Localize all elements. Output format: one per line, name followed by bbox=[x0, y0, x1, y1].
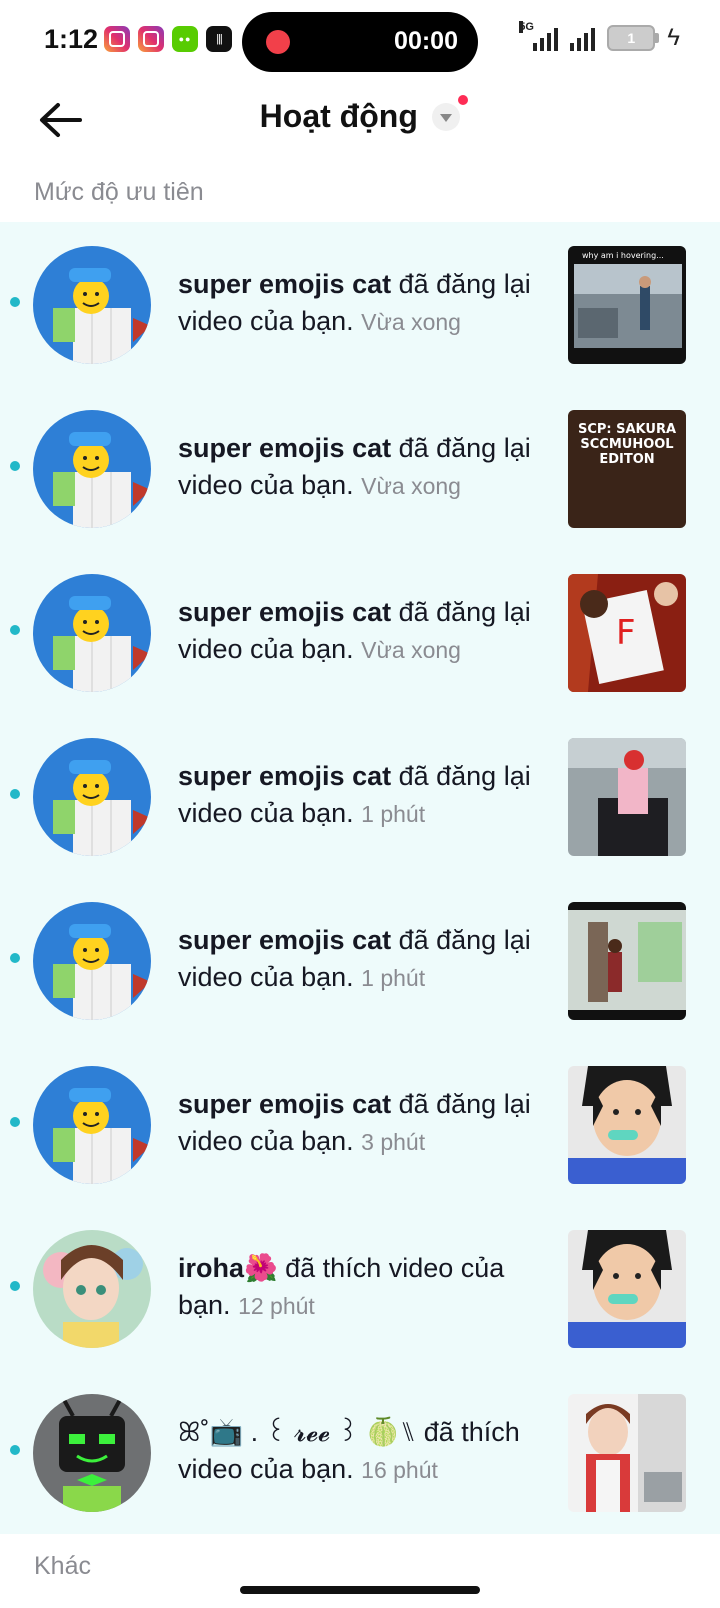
username[interactable]: super emojis cat bbox=[178, 597, 391, 627]
notification-text: super emojis cat đã đăng lại video của b… bbox=[178, 1086, 538, 1161]
unread-indicator bbox=[10, 1445, 20, 1455]
username[interactable]: super emojis cat bbox=[178, 761, 391, 791]
instagram-icon bbox=[138, 26, 164, 52]
timestamp: 1 phút bbox=[361, 801, 426, 827]
screen-recording-pill[interactable]: 00:00 bbox=[242, 12, 478, 72]
notification-text: super emojis cat đã đăng lại video của b… bbox=[178, 594, 538, 669]
video-thumbnail[interactable] bbox=[568, 1394, 686, 1512]
avatar[interactable] bbox=[33, 574, 151, 692]
timestamp: 12 phút bbox=[238, 1293, 315, 1319]
network-label: 5G bbox=[519, 21, 534, 33]
title-wrap: Hoạt động bbox=[0, 94, 720, 135]
unread-indicator bbox=[10, 953, 20, 963]
chevron-down-icon[interactable] bbox=[432, 94, 469, 131]
notification-text: super emojis cat đã đăng lại video của b… bbox=[178, 430, 538, 505]
charging-icon: ϟ bbox=[667, 24, 680, 51]
username[interactable]: super emojis cat bbox=[178, 433, 391, 463]
signal-5g-icon: 5G bbox=[519, 21, 559, 51]
timestamp: Vừa xong bbox=[361, 637, 461, 663]
unread-indicator bbox=[10, 789, 20, 799]
username[interactable]: super emojis cat bbox=[178, 1089, 391, 1119]
unread-indicator bbox=[10, 461, 20, 471]
list-item[interactable]: super emojis cat đã đăng lại video của b… bbox=[0, 222, 720, 386]
thumbnail-caption: why am i hovering... bbox=[582, 251, 664, 260]
list-item[interactable]: ꕤ˚📺 . ꒰ 𝓻𝓮𝓮 ꒱ 🍈⑊ đã thích video của bạn.… bbox=[0, 1370, 720, 1534]
notification-text: ꕤ˚📺 . ꒰ 𝓻𝓮𝓮 ꒱ 🍈⑊ đã thích video của bạn.… bbox=[178, 1414, 538, 1489]
timestamp: 16 phút bbox=[361, 1457, 438, 1483]
avatar[interactable] bbox=[33, 246, 151, 364]
system-icons: 5G 1 ϟ bbox=[519, 21, 680, 52]
status-bar: 1:12 00:00 5G 1 ϟ bbox=[0, 0, 720, 84]
list-item[interactable]: super emojis cat đã đăng lại video của b… bbox=[0, 386, 720, 550]
notification-list: super emojis cat đã đăng lại video của b… bbox=[0, 222, 720, 1534]
video-thumbnail[interactable]: SCP: SAKURA SCCMUHOOL EDITON bbox=[568, 410, 686, 528]
video-thumbnail[interactable] bbox=[568, 1230, 686, 1348]
avatar[interactable] bbox=[33, 1066, 151, 1184]
unread-indicator bbox=[10, 297, 20, 307]
video-thumbnail[interactable] bbox=[568, 1066, 686, 1184]
timestamp: 1 phút bbox=[361, 965, 426, 991]
section-label-other: Khác bbox=[34, 1552, 91, 1580]
unread-indicator bbox=[10, 1117, 20, 1127]
instagram-icon bbox=[104, 26, 130, 52]
notification-text: super emojis cat đã đăng lại video của b… bbox=[178, 922, 538, 997]
video-thumbnail[interactable] bbox=[568, 902, 686, 1020]
username[interactable]: super emojis cat bbox=[178, 925, 391, 955]
thumbnail-caption: SCP: SAKURA SCCMUHOOL EDITON bbox=[577, 422, 677, 467]
notification-badge bbox=[458, 94, 469, 105]
video-thumbnail[interactable]: F bbox=[568, 574, 686, 692]
notification-app-icons bbox=[104, 26, 232, 52]
list-item[interactable]: super emojis cat đã đăng lại video của b… bbox=[0, 878, 720, 1042]
voice-recorder-icon bbox=[206, 26, 232, 52]
section-label-priority: Mức độ ưu tiên bbox=[34, 178, 204, 206]
svg-text:F: F bbox=[616, 613, 636, 653]
battery-level: 1 bbox=[627, 30, 636, 46]
notification-text: super emojis cat đã đăng lại video của b… bbox=[178, 758, 538, 833]
signal-icon bbox=[570, 25, 596, 51]
timestamp: Vừa xong bbox=[361, 473, 461, 499]
header: Hoạt động bbox=[0, 84, 720, 162]
avatar[interactable] bbox=[33, 738, 151, 856]
avatar[interactable] bbox=[33, 902, 151, 1020]
timestamp: Vừa xong bbox=[361, 309, 461, 335]
timestamp: 3 phút bbox=[361, 1129, 426, 1155]
avatar[interactable] bbox=[33, 410, 151, 528]
list-item[interactable]: super emojis cat đã đăng lại video của b… bbox=[0, 1042, 720, 1206]
list-item[interactable]: super emojis cat đã đăng lại video của b… bbox=[0, 550, 720, 714]
clock: 1:12 bbox=[44, 24, 99, 54]
avatar[interactable] bbox=[33, 1394, 151, 1512]
duolingo-icon bbox=[172, 26, 198, 52]
recording-timer: 00:00 bbox=[394, 27, 458, 55]
notification-text: iroha🌺 đã thích video của bạn. 12 phút bbox=[178, 1250, 538, 1325]
avatar[interactable] bbox=[33, 1230, 151, 1348]
username[interactable]: iroha🌺 bbox=[178, 1253, 278, 1283]
video-thumbnail[interactable]: why am i hovering... bbox=[568, 246, 686, 364]
battery-icon: 1 bbox=[607, 25, 660, 51]
video-thumbnail[interactable] bbox=[568, 738, 686, 856]
unread-indicator bbox=[10, 1281, 20, 1291]
home-indicator[interactable] bbox=[240, 1586, 480, 1594]
list-item[interactable]: super emojis cat đã đăng lại video của b… bbox=[0, 714, 720, 878]
page-title[interactable]: Hoạt động bbox=[260, 98, 418, 135]
unread-indicator bbox=[10, 625, 20, 635]
username[interactable]: super emojis cat bbox=[178, 269, 391, 299]
list-item[interactable]: iroha🌺 đã thích video của bạn. 12 phút bbox=[0, 1206, 720, 1370]
record-dot-icon bbox=[266, 30, 290, 54]
notification-text: super emojis cat đã đăng lại video của b… bbox=[178, 266, 538, 341]
username[interactable]: ꕤ˚📺 . ꒰ 𝓻𝓮𝓮 ꒱ 🍈⑊ bbox=[178, 1417, 416, 1447]
